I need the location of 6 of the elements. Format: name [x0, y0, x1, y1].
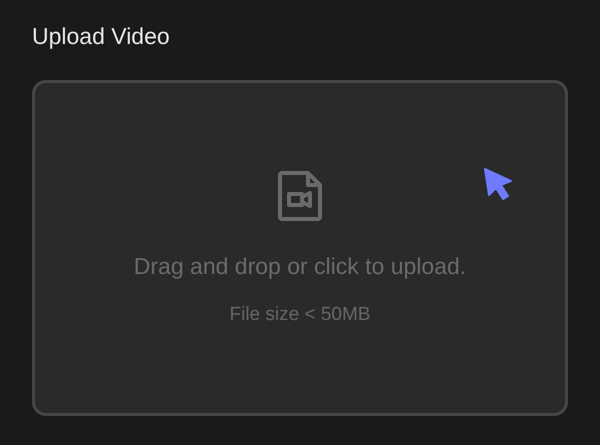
section-title: Upload Video [32, 22, 170, 51]
upload-dropzone[interactable]: Drag and drop or click to upload. File size < 50MB [32, 80, 568, 416]
video-file-icon [276, 169, 324, 223]
upload-prompt: Drag and drop or click to upload. [134, 252, 466, 281]
mouse-cursor-icon [483, 167, 513, 203]
file-size-hint: File size < 50MB [230, 303, 370, 327]
